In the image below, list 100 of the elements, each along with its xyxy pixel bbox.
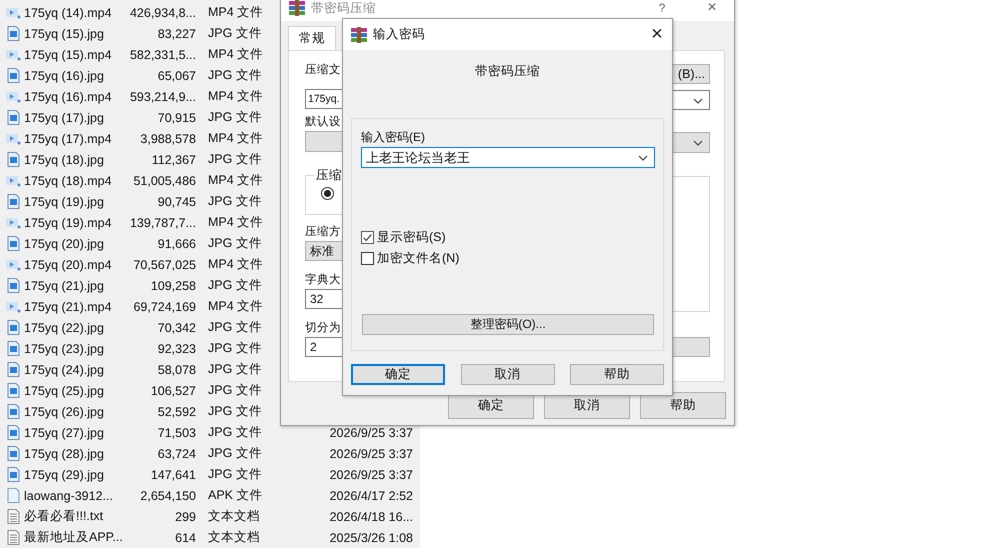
file-type: MP4 文件 xyxy=(208,46,264,63)
file-date: 2026/9/25 3:37 xyxy=(328,446,413,460)
video-file-icon xyxy=(6,89,20,104)
file-size: 83,227 xyxy=(156,26,196,40)
dialog-button[interactable]: 确定 xyxy=(351,364,445,385)
dialog-button[interactable]: 帮助 xyxy=(570,364,664,385)
file-name[interactable]: 175yq (19).jpg xyxy=(24,194,128,208)
video-file-icon xyxy=(6,131,20,146)
field-label: 压缩文 xyxy=(305,62,341,78)
checkbox[interactable] xyxy=(361,231,374,244)
organize-passwords-button[interactable]: 整理密码(O)... xyxy=(362,314,654,335)
tab[interactable]: 常规 xyxy=(288,26,336,50)
file-size: 63,724 xyxy=(156,446,196,460)
file-name[interactable]: 必看必看!!!.txt xyxy=(24,508,128,525)
file-size: 90,745 xyxy=(156,194,196,208)
video-file-icon xyxy=(6,5,20,20)
file-name[interactable]: 175yq (18).mp4 xyxy=(24,174,128,188)
file-size: 52,592 xyxy=(156,404,196,418)
stacked-books-icon xyxy=(351,26,367,42)
image-file-icon xyxy=(6,68,20,83)
file-size: 106,527 xyxy=(150,384,196,398)
file-size: 91,666 xyxy=(156,236,196,250)
image-file-icon xyxy=(6,152,20,167)
file-size: 70,567,025 xyxy=(132,258,196,272)
file-type: JPG 文件 xyxy=(208,424,263,441)
file-size: 147,641 xyxy=(150,468,196,482)
file-name[interactable]: 175yq (27).jpg xyxy=(24,426,128,440)
file-name[interactable]: 175yq (17).mp4 xyxy=(24,132,128,146)
checkbox[interactable] xyxy=(361,252,374,265)
file-date: 2026/4/18 16... xyxy=(328,510,413,524)
file-type: JPG 文件 xyxy=(208,193,263,210)
checkbox-label: 加密文件名(N) xyxy=(377,250,460,267)
image-file-icon xyxy=(6,383,20,398)
group-label: 压缩 xyxy=(314,167,344,183)
file-type: JPG 文件 xyxy=(208,109,263,126)
file-name[interactable]: 175yq (24).jpg xyxy=(24,362,128,376)
close-button[interactable]: × xyxy=(690,0,734,23)
file-name[interactable]: 175yq (19).mp4 xyxy=(24,216,128,230)
file-name[interactable]: 175yq (20).jpg xyxy=(24,236,128,250)
file-size: 70,915 xyxy=(156,110,196,124)
file-type: JPG 文件 xyxy=(208,340,263,357)
file-type: MP4 文件 xyxy=(208,298,264,315)
file-type: JPG 文件 xyxy=(208,277,263,294)
file-size: 139,787,7... xyxy=(128,216,196,230)
file-type: JPG 文件 xyxy=(208,25,263,42)
file-name[interactable]: 175yq (14).mp4 xyxy=(24,6,128,20)
file-type: MP4 文件 xyxy=(208,214,264,231)
image-file-icon xyxy=(6,341,20,356)
file-type: JPG 文件 xyxy=(208,382,263,399)
video-file-icon xyxy=(6,47,20,62)
file-date: 2025/3/26 1:08 xyxy=(328,530,413,544)
window-title: 输入密码 xyxy=(373,26,425,43)
image-file-icon xyxy=(6,404,20,419)
image-file-icon xyxy=(6,467,20,482)
file-name[interactable]: 175yq (25).jpg xyxy=(24,384,128,398)
file-name[interactable]: 175yq (15).mp4 xyxy=(24,48,128,62)
field-label: 输入密码(E) xyxy=(361,129,426,146)
file-name[interactable]: 175yq (28).jpg xyxy=(24,446,128,460)
dialog-button[interactable]: 帮助 xyxy=(640,392,726,419)
file-size: 70,342 xyxy=(156,320,196,334)
file-type: MP4 文件 xyxy=(208,130,264,147)
file-name[interactable]: 175yq (17).jpg xyxy=(24,110,128,124)
file-type: APK 文件 xyxy=(208,487,264,504)
file-name[interactable]: 最新地址及APP... xyxy=(24,529,128,546)
file-name[interactable]: laowang-3912... xyxy=(24,488,128,502)
file-name[interactable]: 175yq (21).mp4 xyxy=(24,300,128,314)
file-size: 426,934,8... xyxy=(128,6,196,20)
file-size: 71,503 xyxy=(156,426,196,440)
file-name[interactable]: 175yq (20).mp4 xyxy=(24,258,128,272)
file-name[interactable]: 175yq (23).jpg xyxy=(24,342,128,356)
stacked-books-icon xyxy=(289,0,305,16)
file-name[interactable]: 175yq (21).jpg xyxy=(24,278,128,292)
field-label: 默认设 xyxy=(305,114,341,130)
field-label: 字典大 xyxy=(305,272,341,288)
file-name[interactable]: 175yq (26).jpg xyxy=(24,404,128,418)
dialog-button[interactable]: 取消 xyxy=(460,364,554,385)
radio-button[interactable] xyxy=(321,187,334,200)
file-name[interactable]: 175yq (16).mp4 xyxy=(24,90,128,104)
file-date: 2026/4/17 2:52 xyxy=(328,488,413,502)
file-size: 58,078 xyxy=(156,362,196,376)
file-name[interactable]: 175yq (29).jpg xyxy=(24,468,128,482)
file-name[interactable]: 175yq (16).jpg xyxy=(24,68,128,82)
chevron-icon xyxy=(638,155,648,161)
file-type: JPG 文件 xyxy=(208,67,263,84)
file-type: JPG 文件 xyxy=(208,319,263,336)
password-field[interactable]: 上老王论坛当老王 xyxy=(361,147,655,168)
file-name[interactable]: 175yq (18).jpg xyxy=(24,152,128,166)
file-name[interactable]: 175yq (15).jpg xyxy=(24,26,128,40)
file-size: 3,988,578 xyxy=(139,132,196,146)
image-file-icon xyxy=(6,110,20,125)
file-name[interactable]: 175yq (22).jpg xyxy=(24,320,128,334)
field-label: 切分为 xyxy=(305,320,341,336)
file-size: 299 xyxy=(174,510,196,524)
file-type: MP4 文件 xyxy=(208,88,264,105)
text-file-icon xyxy=(6,509,20,524)
file-type: JPG 文件 xyxy=(208,466,263,483)
file-icon xyxy=(6,488,20,503)
video-file-icon xyxy=(6,173,20,188)
file-type: 文本文档 xyxy=(208,508,261,525)
file-date: 2026/9/25 3:37 xyxy=(328,426,413,440)
